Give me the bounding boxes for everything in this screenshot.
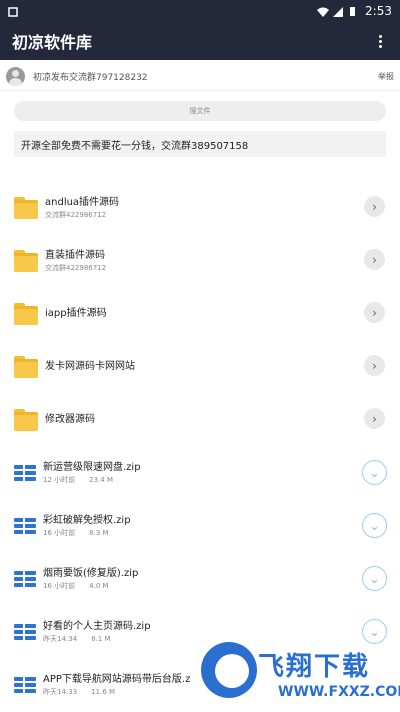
wifi-icon bbox=[317, 6, 330, 17]
file-item[interactable]: 烟雨要饭(修复版).zip 16 小时前 4.0 M ⌄ bbox=[0, 552, 400, 605]
folder-item[interactable]: iapp插件源码 › bbox=[0, 287, 400, 340]
notice-banner: 开源全部免费不需要花一分钱，交流群389507158 bbox=[14, 131, 386, 157]
file-size: 8.1 M bbox=[91, 634, 111, 643]
user-name: 初凉发布交流群797128232 bbox=[33, 72, 148, 83]
archive-icon bbox=[14, 676, 36, 694]
item-title: 发卡网源码卡网网站 bbox=[45, 361, 135, 372]
chevron-right-icon[interactable]: › bbox=[364, 249, 385, 270]
download-icon[interactable]: ⌄ bbox=[362, 513, 387, 538]
avatar[interactable] bbox=[6, 66, 25, 86]
chevron-right-icon[interactable]: › bbox=[364, 196, 385, 217]
watermark-url: WWW.FXXZ.COM bbox=[278, 684, 400, 700]
watermark: 飞翔下载 WWW.FXXZ.COM bbox=[198, 640, 400, 710]
download-icon[interactable]: ⌄ bbox=[362, 460, 387, 485]
item-subtitle: 交流群422986712 bbox=[45, 210, 107, 219]
item-title: 修改器源码 bbox=[45, 414, 95, 425]
more-options-icon[interactable] bbox=[372, 34, 388, 48]
file-size: 8.3 M bbox=[89, 528, 109, 537]
app-title: 初凉软件库 bbox=[12, 33, 93, 52]
item-title: iapp插件源码 bbox=[45, 308, 107, 319]
file-title: 彩虹破解免授权.zip bbox=[43, 514, 131, 526]
item-title: 直装插件源码 bbox=[45, 249, 105, 261]
folder-icon bbox=[14, 355, 38, 378]
folder-item[interactable]: 发卡网源码卡网网站 › bbox=[0, 340, 400, 393]
file-title: 新运营级限速网盘.zip bbox=[43, 461, 141, 473]
archive-icon bbox=[14, 464, 36, 482]
chevron-right-icon[interactable]: › bbox=[364, 355, 385, 376]
file-list: andlua插件源码 交流群422986712 › 直装插件源码 交流群4229… bbox=[0, 181, 400, 711]
folder-icon bbox=[14, 196, 38, 219]
chevron-right-icon[interactable]: › bbox=[364, 302, 385, 323]
file-time: 16 小时前 bbox=[43, 581, 76, 590]
chevron-right-icon[interactable]: › bbox=[364, 408, 385, 429]
folder-icon bbox=[14, 302, 38, 325]
file-time: 昨天14:33 bbox=[43, 687, 78, 696]
watermark-title: 飞翔下载 bbox=[258, 652, 371, 682]
folder-icon bbox=[14, 408, 38, 431]
file-title: 烟雨要饭(修复版).zip bbox=[43, 567, 139, 579]
status-time: 2:53 bbox=[365, 4, 392, 18]
report-link[interactable]: 举报 bbox=[378, 71, 394, 82]
archive-icon bbox=[14, 517, 36, 535]
file-item[interactable]: 彩虹破解免授权.zip 16 小时前 8.3 M ⌄ bbox=[0, 499, 400, 552]
archive-icon bbox=[14, 570, 36, 588]
file-time: 12 小时前 bbox=[43, 475, 76, 484]
notification-icon bbox=[8, 6, 18, 17]
file-size: 4.0 M bbox=[89, 581, 109, 590]
file-time: 16 小时前 bbox=[43, 528, 76, 537]
file-size: 23.4 M bbox=[89, 475, 113, 484]
folder-icon bbox=[14, 249, 38, 272]
search-input[interactable]: 搜文件 bbox=[14, 101, 386, 121]
archive-icon bbox=[14, 623, 36, 641]
download-icon[interactable]: ⌄ bbox=[362, 566, 387, 591]
status-bar: 2:53 bbox=[0, 0, 400, 22]
file-size: 11.6 M bbox=[91, 687, 116, 696]
folder-item[interactable]: andlua插件源码 交流群422986712 › bbox=[0, 181, 400, 234]
folder-item[interactable]: 直装插件源码 交流群422986712 › bbox=[0, 234, 400, 287]
item-subtitle: 交流群422986712 bbox=[45, 263, 107, 272]
file-time: 昨天14:34 bbox=[43, 634, 78, 643]
file-item[interactable]: 新运营级限速网盘.zip 12 小时前 23.4 M ⌄ bbox=[0, 446, 400, 499]
battery-icon bbox=[349, 6, 359, 16]
item-title: andlua插件源码 bbox=[45, 196, 120, 208]
signal-icon bbox=[333, 6, 344, 17]
app-bar: 初凉软件库 bbox=[0, 22, 400, 60]
folder-item[interactable]: 修改器源码 › bbox=[0, 393, 400, 446]
watermark-logo-icon bbox=[201, 642, 257, 698]
user-row: 初凉发布交流群797128232 举报 bbox=[0, 62, 400, 91]
file-title: 好看的个人主页源码.zip bbox=[43, 620, 151, 632]
